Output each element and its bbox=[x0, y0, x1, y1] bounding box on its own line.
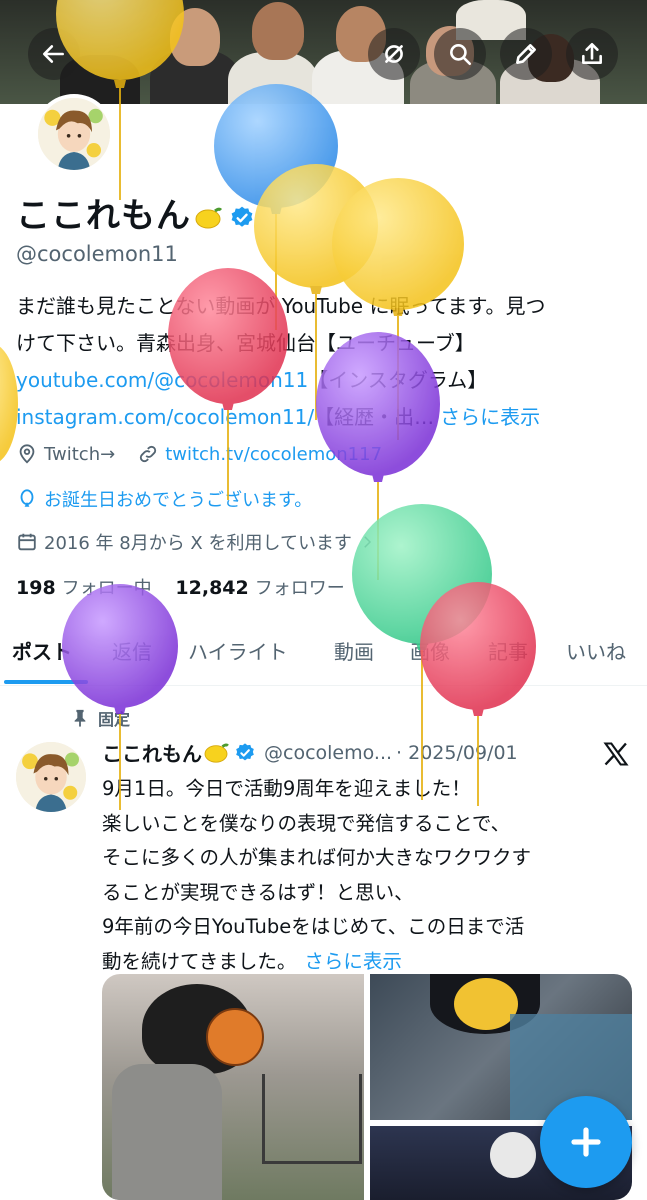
basketball-icon bbox=[206, 1008, 264, 1066]
profile-joined-row: 2016 年 8月から X を利用しています bbox=[16, 529, 382, 555]
post-line: 9年前の今日YouTubeをはじめて、この日まで活 bbox=[102, 915, 525, 938]
calendar-icon bbox=[18, 533, 36, 551]
profile-handle: @cocolemon11 bbox=[16, 242, 178, 266]
search-icon bbox=[450, 44, 472, 66]
post-body[interactable]: 9月1日。今日で活動9周年を迎えました！ 楽しいことを僕なりの表現で発信すること… bbox=[102, 772, 642, 979]
bio-text: 【経歴・出… bbox=[314, 405, 435, 429]
profile-tabs: ポスト 返信 ハイライト 動画 画像 記事 いいね bbox=[0, 628, 647, 686]
photo-figure-face bbox=[490, 1132, 536, 1178]
back-button[interactable] bbox=[28, 28, 80, 80]
display-name-text: ここれもん bbox=[16, 196, 191, 236]
post-line-text: 動を続けてきました。 bbox=[102, 949, 297, 973]
x-logo-icon bbox=[603, 742, 629, 766]
post-author-name[interactable]: ここれもん bbox=[102, 738, 202, 767]
edit-pencil-icon bbox=[516, 44, 536, 64]
tab-videos[interactable]: 動画 bbox=[334, 636, 374, 665]
post-author-avatar[interactable] bbox=[16, 742, 86, 812]
balloon-icon bbox=[20, 489, 34, 507]
followers-count: 12,842 bbox=[175, 577, 249, 599]
plus-icon bbox=[571, 1127, 601, 1157]
verified-badge-icon[interactable] bbox=[229, 205, 255, 231]
post-date[interactable]: · 2025/09/01 bbox=[396, 742, 518, 764]
banner-photo-figure bbox=[252, 2, 304, 60]
profile-avatar[interactable] bbox=[34, 94, 114, 174]
lemon-prop bbox=[454, 978, 518, 1030]
following-label: フォロー中 bbox=[61, 578, 152, 599]
post-author-handle: @cocolemo... bbox=[264, 741, 393, 764]
profile-birthday-row: お誕生日おめでとうございます。 bbox=[16, 486, 312, 512]
profile-banner[interactable] bbox=[0, 0, 647, 104]
profile-website-link[interactable]: twitch.tv/cocolemon117 bbox=[165, 444, 382, 465]
photo-gate bbox=[262, 1074, 362, 1164]
grok-toggle-button[interactable] bbox=[368, 28, 420, 80]
followers-link[interactable]: 12,842 フォロワー bbox=[175, 577, 345, 599]
bio-text: 【インスタグラム】 bbox=[308, 368, 488, 392]
pin-icon bbox=[74, 709, 86, 727]
tab-images[interactable]: 画像 bbox=[410, 636, 450, 665]
search-button[interactable] bbox=[434, 28, 486, 80]
link-icon bbox=[140, 445, 157, 463]
following-link[interactable]: 198 フォロー中 bbox=[16, 577, 152, 599]
chevron-right-icon[interactable] bbox=[358, 533, 376, 551]
post-line: 楽しいことを僕なりの表現で発信することで、 bbox=[102, 811, 511, 835]
share-button[interactable] bbox=[566, 28, 618, 80]
lemon-emoji-icon bbox=[204, 743, 229, 763]
verified-badge-icon[interactable] bbox=[234, 742, 256, 764]
post-header: ここれもん @cocolemo... · 2025/09/01 bbox=[102, 738, 518, 767]
tab-articles[interactable]: 記事 bbox=[488, 636, 528, 665]
profile-meta-row: Twitch→ twitch.tv/cocolemon117 bbox=[16, 443, 382, 465]
tab-replies[interactable]: 返信 bbox=[112, 636, 152, 665]
location-pin-icon bbox=[19, 444, 35, 464]
followers-label: フォロワー bbox=[254, 578, 345, 599]
instagram-link[interactable]: instagram.com/cocolemon11/ bbox=[16, 405, 314, 429]
profile-bio: まだ誰も見たことない動画が YouTube に眠ってます。見つ けて下さい。青森… bbox=[16, 288, 636, 436]
tab-highlights[interactable]: ハイライト bbox=[188, 636, 288, 665]
share-icon bbox=[582, 42, 602, 64]
tab-likes[interactable]: いいね bbox=[566, 636, 626, 665]
following-count: 198 bbox=[16, 577, 56, 599]
banner-photo-figure bbox=[170, 8, 220, 66]
post-line: 9月1日。今日で活動9周年を迎えました！ bbox=[102, 777, 471, 800]
lemon-emoji-icon bbox=[195, 207, 223, 228]
follow-stats: 198 フォロー中 12,842 フォロワー bbox=[16, 574, 345, 600]
post-show-more-link[interactable]: さらに表示 bbox=[304, 950, 402, 973]
photo-figure-body bbox=[112, 1064, 222, 1200]
post-line: そこに多くの人が集まれば何か大きなワクワクす bbox=[102, 846, 532, 869]
arrow-left-icon bbox=[42, 45, 64, 63]
bio-line: youtube.com/@cocolemon11【インスタグラム】 bbox=[16, 362, 636, 399]
profile-location: Twitch→ bbox=[44, 443, 116, 465]
edit-button[interactable] bbox=[500, 28, 552, 80]
post-line: ることが実現できるはず！と思い、 bbox=[102, 880, 414, 904]
no-grok-icon bbox=[385, 45, 403, 63]
bio-show-more-link[interactable]: さらに表示 bbox=[440, 405, 540, 429]
birthday-text[interactable]: お誕生日おめでとうございます。 bbox=[44, 486, 312, 512]
joined-date-text: 2016 年 8月から X を利用しています bbox=[44, 533, 352, 554]
tab-posts[interactable]: ポスト bbox=[12, 636, 72, 665]
post-media-photo[interactable] bbox=[102, 974, 364, 1200]
active-tab-indicator bbox=[4, 680, 88, 684]
bio-line: けて下さい。青森出身、宮城仙台【ユーチューブ】 bbox=[16, 331, 475, 355]
youtube-link[interactable]: youtube.com/@cocolemon11 bbox=[16, 368, 308, 392]
profile-display-name: ここれもん bbox=[16, 188, 255, 237]
bio-line: まだ誰も見たことない動画が YouTube に眠ってます。見つ bbox=[16, 294, 546, 318]
compose-post-button[interactable] bbox=[540, 1096, 632, 1188]
avatar-illustration bbox=[38, 98, 110, 170]
avatar-illustration bbox=[16, 742, 86, 812]
pinned-label-text: 固定 bbox=[98, 710, 131, 729]
bio-line: instagram.com/cocolemon11/【経歴・出… さらに表示 bbox=[16, 399, 636, 436]
pinned-label: 固定 bbox=[72, 706, 130, 730]
